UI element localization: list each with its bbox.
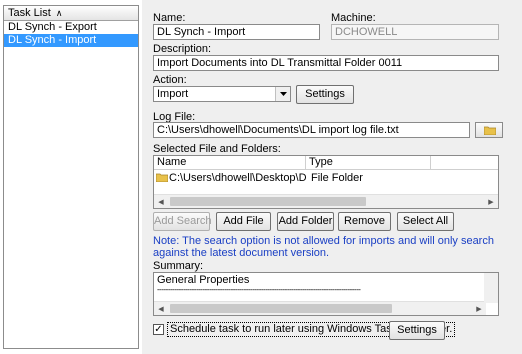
- add-search-button[interactable]: Add Search: [153, 212, 211, 231]
- list-item-type: File Folder: [311, 172, 363, 184]
- schedule-settings-button[interactable]: Settings: [389, 321, 445, 340]
- window: Task List ∧ DL Synch - Export DL Synch -…: [0, 0, 522, 354]
- list-header: Name Type: [154, 156, 498, 170]
- task-properties-panel: Name: DL Synch - Import Machine: DCHOWEL…: [142, 0, 522, 354]
- action-label: Action:: [153, 74, 187, 86]
- chevron-down-icon[interactable]: [275, 87, 290, 101]
- list-item-name: C:\Users\dhowell\Desktop\DL-Synch: [169, 172, 306, 184]
- action-settings-button[interactable]: Settings: [296, 85, 354, 104]
- selected-files-label: Selected File and Folders:: [153, 143, 281, 155]
- add-file-button[interactable]: Add File: [216, 212, 271, 231]
- search-note: Note: The search option is not allowed f…: [153, 235, 494, 259]
- sort-ascending-icon: ∧: [55, 8, 63, 18]
- scroll-thumb[interactable]: [170, 304, 392, 313]
- machine-field: DCHOWELL: [331, 24, 499, 40]
- description-field[interactable]: Import Documents into DL Transmittal Fol…: [153, 55, 499, 71]
- task-list-item-label: DL Synch - Import: [8, 34, 97, 46]
- task-list-item-import[interactable]: DL Synch - Import: [4, 34, 138, 47]
- scroll-thumb[interactable]: [170, 197, 366, 206]
- machine-label: Machine:: [331, 12, 376, 24]
- summary-box[interactable]: General Properties ---------------------…: [153, 272, 499, 316]
- selected-files-list[interactable]: Name Type C:\Users\dhowell\Desktop\DL-Sy…: [153, 155, 499, 209]
- action-select-value: Import: [157, 88, 189, 100]
- column-header-type[interactable]: Type: [306, 156, 431, 170]
- name-field[interactable]: DL Synch - Import: [153, 24, 320, 40]
- task-list-header-label: Task List: [8, 7, 51, 19]
- schedule-checkbox[interactable]: ✓: [153, 324, 164, 335]
- task-list-item-label: DL Synch - Export: [8, 21, 97, 33]
- browse-log-file-button[interactable]: [475, 122, 503, 138]
- scroll-left-icon[interactable]: ◀: [154, 195, 168, 208]
- horizontal-scrollbar[interactable]: ◀ ▶: [154, 194, 498, 208]
- description-label: Description:: [153, 43, 212, 55]
- folder-icon: [156, 173, 168, 182]
- add-folder-button[interactable]: Add Folder: [277, 212, 334, 231]
- action-select[interactable]: Import: [153, 86, 291, 102]
- column-header-name[interactable]: Name: [154, 156, 306, 170]
- folder-icon: [484, 126, 496, 135]
- log-file-field[interactable]: C:\Users\dhowell\Documents\DL import log…: [153, 122, 470, 138]
- horizontal-scrollbar[interactable]: ◀ ▶: [154, 301, 486, 315]
- task-list-header[interactable]: Task List ∧: [4, 6, 138, 21]
- remove-button[interactable]: Remove: [338, 212, 391, 231]
- scroll-left-icon[interactable]: ◀: [154, 302, 168, 315]
- name-label: Name:: [153, 12, 186, 24]
- summary-label: Summary:: [153, 260, 204, 272]
- summary-line: ----------------------------------------…: [157, 285, 361, 294]
- task-list[interactable]: Task List ∧ DL Synch - Export DL Synch -…: [3, 5, 139, 349]
- scroll-right-icon[interactable]: ▶: [484, 195, 498, 208]
- scroll-right-icon[interactable]: ▶: [472, 302, 486, 315]
- select-all-button[interactable]: Select All: [397, 212, 454, 231]
- task-list-item-export[interactable]: DL Synch - Export: [4, 21, 138, 34]
- vertical-scrollbar[interactable]: [484, 273, 498, 303]
